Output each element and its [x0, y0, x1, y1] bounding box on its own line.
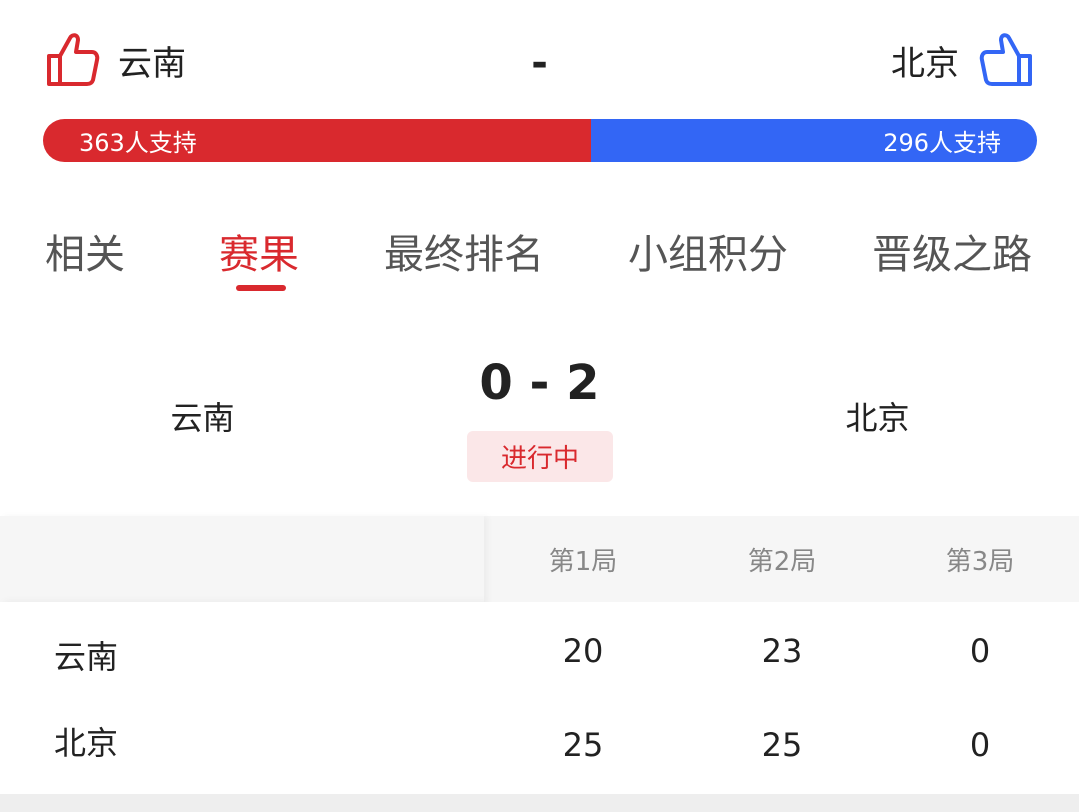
active-tab-indicator [236, 285, 286, 291]
tab-bar: 相关 赛果 最终排名 小组积分 晋级之路 [0, 222, 1079, 292]
table-body-fixed [0, 602, 484, 794]
cell-home-set-3: 0 [969, 632, 991, 670]
tab-final-ranking[interactable]: 最终排名 [384, 222, 544, 280]
away-support-label: 296人支持 [883, 129, 1001, 157]
status-label: 进行中 [500, 444, 579, 474]
away-support-segment: 296人支持 [590, 119, 1037, 162]
thumbs-up-icon[interactable] [979, 30, 1035, 90]
home-support-label: 363人支持 [79, 129, 197, 157]
table-header-fixed [0, 516, 484, 602]
tab-results[interactable]: 赛果 [219, 222, 299, 280]
column-header-set-1: 第1局 [548, 547, 618, 577]
home-support-segment: 363人支持 [43, 119, 591, 162]
away-team-name: 北京 [891, 43, 959, 84]
support-bar: 363人支持 296人支持 [43, 119, 1037, 162]
cell-away-set-2: 25 [761, 726, 803, 764]
bottom-strip [0, 794, 1079, 812]
cell-away-set-1: 25 [562, 726, 604, 764]
row-team-home: 云南 [54, 638, 119, 676]
away-team-header: 北京 [891, 30, 1035, 90]
tab-group-points[interactable]: 小组积分 [628, 222, 788, 280]
tab-advancement[interactable]: 晋级之路 [872, 222, 1032, 280]
score-away-team: 北京 [845, 399, 910, 437]
column-header-set-3: 第3局 [945, 547, 1015, 577]
column-header-set-2: 第2局 [747, 547, 817, 577]
status-badge: 进行中 [467, 431, 613, 482]
row-team-away: 北京 [54, 724, 119, 762]
cell-home-set-2: 23 [761, 632, 803, 670]
tab-related[interactable]: 相关 [45, 222, 125, 280]
cell-home-set-1: 20 [562, 632, 604, 670]
cell-away-set-3: 0 [969, 726, 991, 764]
table-body-scroll [484, 602, 1079, 794]
